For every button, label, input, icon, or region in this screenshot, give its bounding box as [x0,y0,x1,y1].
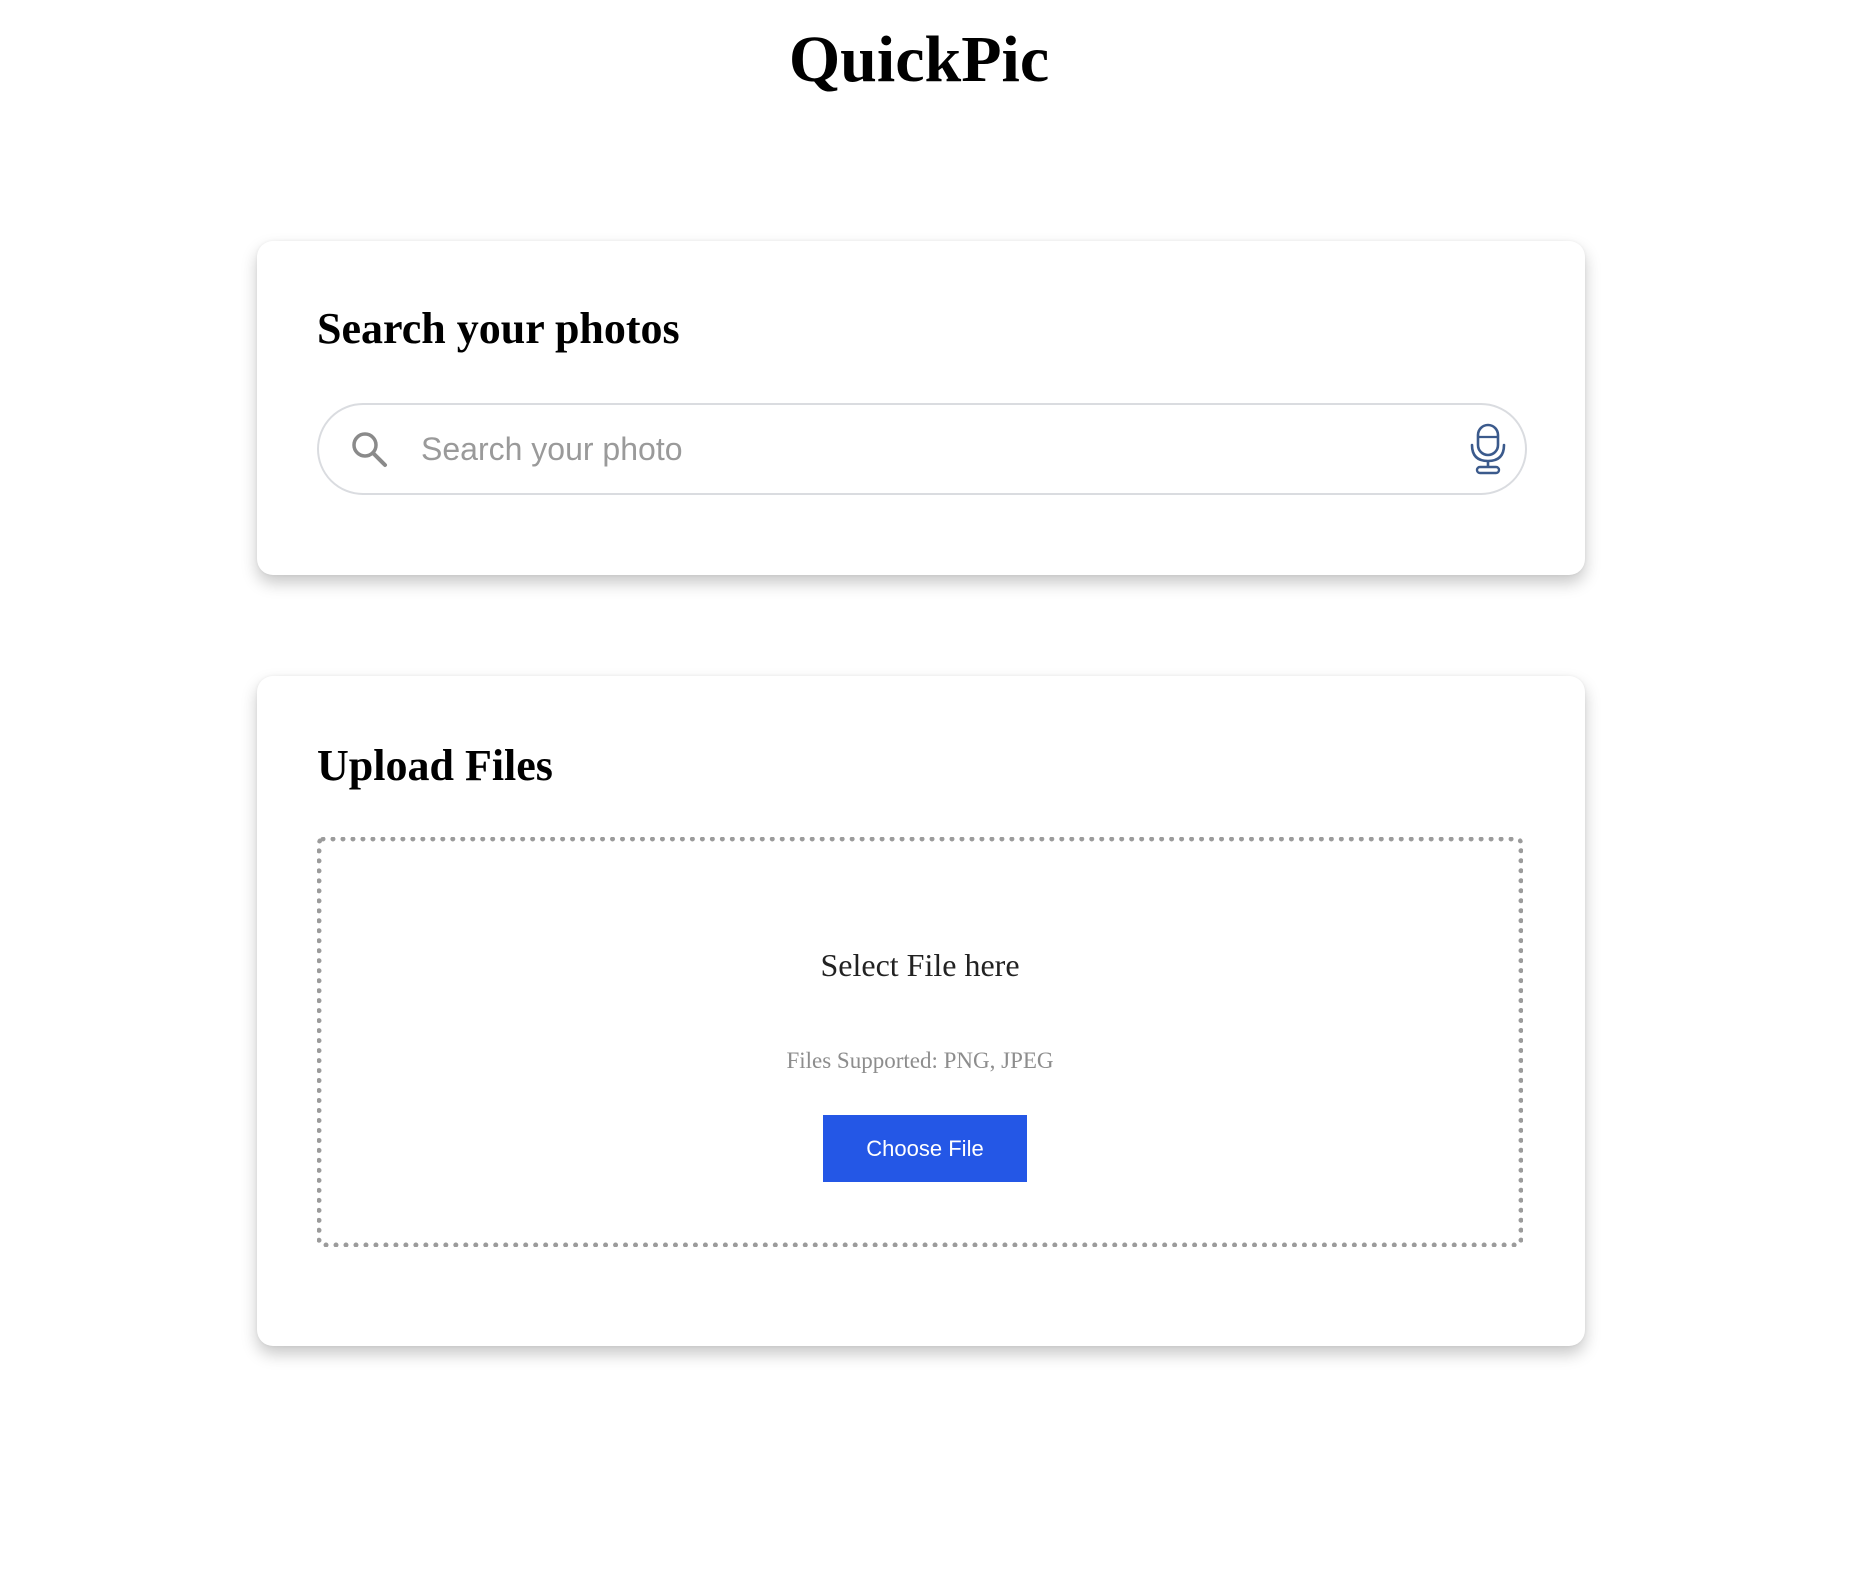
choose-file-button[interactable]: Choose File [823,1115,1027,1182]
upload-card: Upload Files Select File here Files Supp… [257,676,1585,1346]
search-bar[interactable] [317,403,1527,495]
drop-zone-title: Select File here [820,947,1020,983]
supported-files-text: Files Supported: PNG, JPEG [786,1048,1054,1073]
search-heading: Search your photos [317,304,680,353]
app-title: QuickPic [788,23,1050,96]
file-drop-zone[interactable]: Select File here Files Supported: PNG, J… [317,837,1523,1247]
search-card: Search your photos [257,241,1585,575]
search-icon [352,432,387,467]
search-input[interactable] [421,419,1381,479]
microphone-icon[interactable] [1469,423,1507,475]
upload-heading: Upload Files [317,741,553,790]
